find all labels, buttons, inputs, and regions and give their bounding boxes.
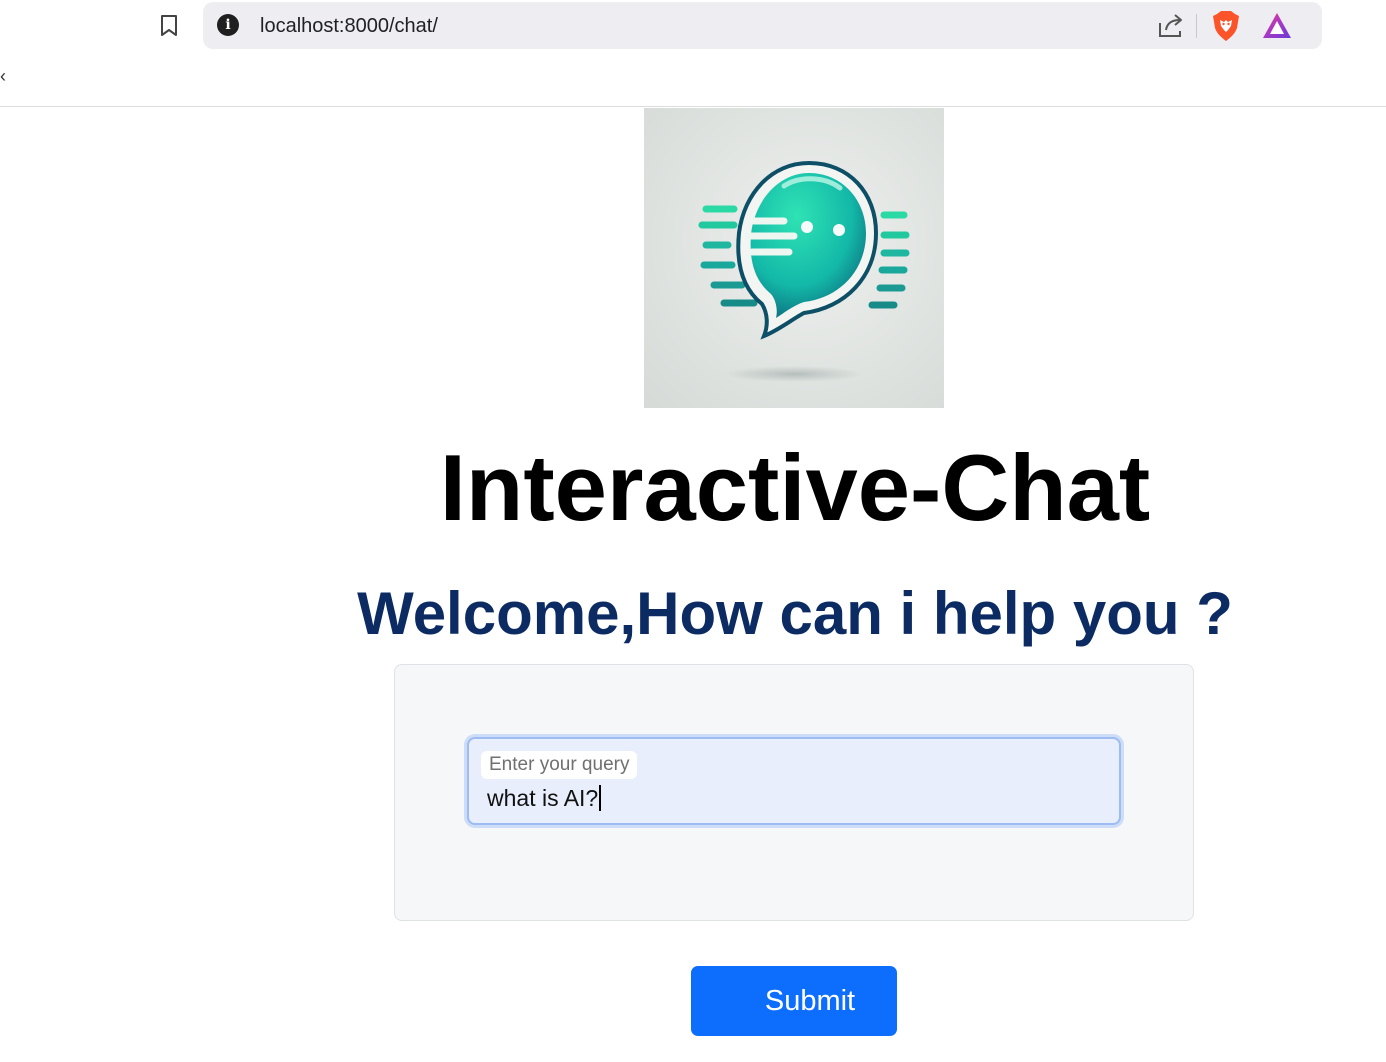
query-label: Enter your query <box>481 751 638 779</box>
back-chevron-icon[interactable]: ‹ <box>0 66 6 86</box>
chat-bubble-logo-icon <box>698 160 910 382</box>
page-title: Interactive-Chat <box>439 435 1151 540</box>
address-bar[interactable]: i localhost:8000/chat/ <box>203 2 1322 49</box>
app-logo <box>644 108 944 408</box>
brave-rewards-button[interactable] <box>1261 11 1293 41</box>
toolbar-separator <box>1196 14 1197 38</box>
bookmark-button[interactable] <box>152 10 186 42</box>
text-caret <box>599 785 601 811</box>
brave-shields-button[interactable] <box>1211 10 1241 42</box>
brave-shields-icon <box>1213 11 1239 41</box>
brave-rewards-icon <box>1263 13 1291 38</box>
browser-toolbar: i localhost:8000/chat/ ‹ <box>0 0 1386 107</box>
submit-button[interactable]: Submit <box>691 966 897 1036</box>
url-text[interactable]: localhost:8000/chat/ <box>260 14 438 38</box>
share-icon <box>1159 14 1182 37</box>
info-icon[interactable]: i <box>217 14 239 36</box>
bookmark-icon <box>161 15 177 36</box>
query-input[interactable] <box>487 783 1087 813</box>
share-button[interactable] <box>1156 11 1186 41</box>
query-card: Enter your query <box>394 664 1194 921</box>
query-field[interactable]: Enter your query <box>467 737 1121 825</box>
welcome-heading: Welcome,How can i help you ? <box>357 580 1233 647</box>
